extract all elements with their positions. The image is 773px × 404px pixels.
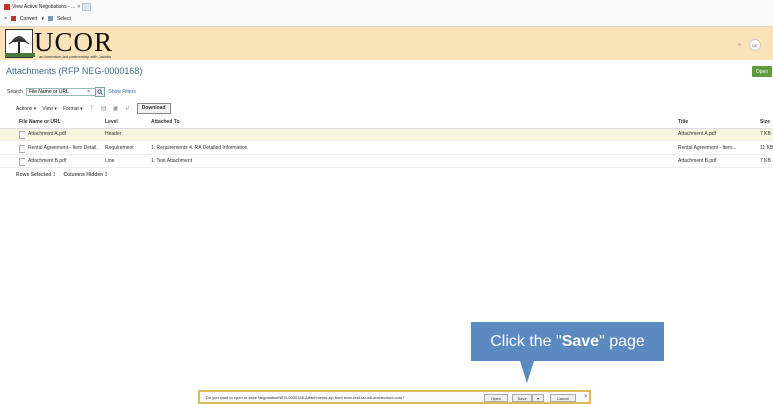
logo-tagline: an Amentum-led partnership with Jacobs [39, 54, 112, 59]
title-cell: Attachment B.pdf [678, 158, 717, 164]
save-options-chevron-icon[interactable]: ▾ [532, 394, 544, 402]
file-icon [19, 143, 25, 154]
rows-selected-label: Rows Selected [16, 172, 52, 178]
column-header-title[interactable]: Title [678, 117, 740, 128]
close-icon[interactable]: × [4, 16, 7, 22]
file-name-cell[interactable]: Rental Agreement - Item Detail... [28, 143, 98, 154]
column-header-file[interactable]: File Name or URL [19, 117, 89, 128]
file-icon [19, 129, 25, 140]
level-cell: Header [105, 131, 122, 137]
chevron-down-icon[interactable]: ▾ [41, 16, 44, 22]
size-cell: 11 KB [760, 145, 773, 151]
user-area: » DE [738, 39, 761, 51]
close-icon[interactable]: × [584, 394, 588, 400]
download-button[interactable]: Download [136, 103, 171, 114]
header-banner: UCOR an Amentum-led partnership with Jac… [0, 27, 773, 60]
page-title: Attachments (RFP NEG-0000168) [6, 66, 143, 76]
table-header-row: File Name or URL Level Attached To Title… [0, 117, 773, 129]
logo-ribbon [5, 53, 35, 57]
table-row[interactable]: Attachment A.pdf Header Attachment A.pdf… [0, 129, 773, 141]
tutorial-callout: Click the " Save " page [471, 322, 664, 361]
attached-to-cell: 1. Test Attachment [151, 158, 193, 164]
attached-to-cell [151, 129, 551, 140]
download-message: Do you want to open or save NegotiationN… [206, 395, 405, 400]
export-icon[interactable]: ▣ [113, 106, 119, 112]
browser-chrome [0, 0, 773, 27]
column-header-attached-to[interactable]: Attached To [151, 117, 551, 128]
table-toolbar: Actions ▾ View ▾ Format ▾ ⊤ ▤ ▣ ↲ Downlo… [16, 103, 171, 114]
save-file-button[interactable]: Save [512, 394, 532, 402]
wrap-icon[interactable]: ↲ [125, 106, 131, 112]
level-cell: Line [105, 158, 115, 164]
navigator-chevron-icon[interactable]: » [738, 42, 741, 48]
file-name-cell[interactable]: Attachment B.pdf [28, 156, 98, 167]
clear-search-icon[interactable]: × [87, 89, 91, 95]
search-label: Search [7, 89, 23, 95]
title-cell: Attachment A.pdf [678, 131, 717, 137]
open-file-button[interactable]: Open [484, 394, 508, 402]
table-row[interactable]: Rental Agreement - Item Detail... Requir… [0, 143, 773, 155]
column-header-size[interactable]: Size [760, 117, 773, 128]
open-button[interactable]: Open [752, 66, 772, 77]
level-cell: Requirement [105, 145, 134, 151]
select-icon [47, 16, 53, 21]
search-icon[interactable] [95, 87, 106, 97]
view-menu[interactable]: View ▾ [42, 106, 57, 112]
page-favicon-icon [4, 3, 10, 10]
columns-hidden-value: 3 [104, 172, 108, 178]
table-row[interactable]: Attachment B.pdf Line 1. Test Attachment… [0, 156, 773, 168]
show-filters-link[interactable]: Show Filters [108, 89, 136, 95]
convert-icon [10, 16, 16, 21]
freeze-icon[interactable]: ⊤ [89, 106, 95, 112]
download-notification-bar: Do you want to open or save NegotiationN… [198, 390, 591, 404]
tab-close-icon[interactable]: × [77, 4, 80, 10]
columns-hidden-label: Columns Hidden [63, 172, 104, 178]
table-status-bar: Rows Selected 1 Columns Hidden 3 [16, 172, 107, 178]
new-tab-icon[interactable] [82, 2, 92, 11]
size-cell: 7 KB [760, 131, 771, 137]
select-button[interactable]: Select [57, 16, 71, 22]
actions-menu[interactable]: Actions ▾ [16, 106, 36, 112]
search-row: Search × Show Filters [7, 87, 136, 97]
browser-command-bar: × Convert ▾ Select [4, 13, 71, 24]
callout-suffix: " page [599, 332, 645, 350]
callout-prefix: Click the " [490, 332, 562, 350]
convert-button[interactable]: Convert [20, 16, 38, 22]
cancel-download-button[interactable]: Cancel [550, 394, 576, 402]
title-cell: Rental Agreement - Item... [678, 145, 737, 151]
callout-bold: Save [561, 332, 600, 350]
file-name-cell[interactable]: Attachment A.pdf [28, 129, 98, 140]
browser-tab[interactable]: View Active Negotiations - ... × [4, 1, 92, 12]
user-avatar[interactable]: DE [748, 39, 761, 51]
detach-icon[interactable]: ▤ [101, 106, 107, 112]
column-header-level[interactable]: Level [105, 117, 147, 128]
attached-to-cell: 1. Requirements 4. RA Detailed Informati… [151, 145, 248, 151]
logo-wordmark: UCOR [34, 27, 114, 57]
search-input[interactable] [25, 88, 96, 96]
format-menu[interactable]: Format ▾ [63, 106, 83, 112]
rows-selected-value: 1 [52, 172, 56, 178]
size-cell: 7 KB [760, 158, 771, 164]
file-icon [19, 156, 25, 167]
tab-title: View Active Negotiations - ... [12, 3, 76, 10]
callout-pointer [520, 361, 534, 383]
